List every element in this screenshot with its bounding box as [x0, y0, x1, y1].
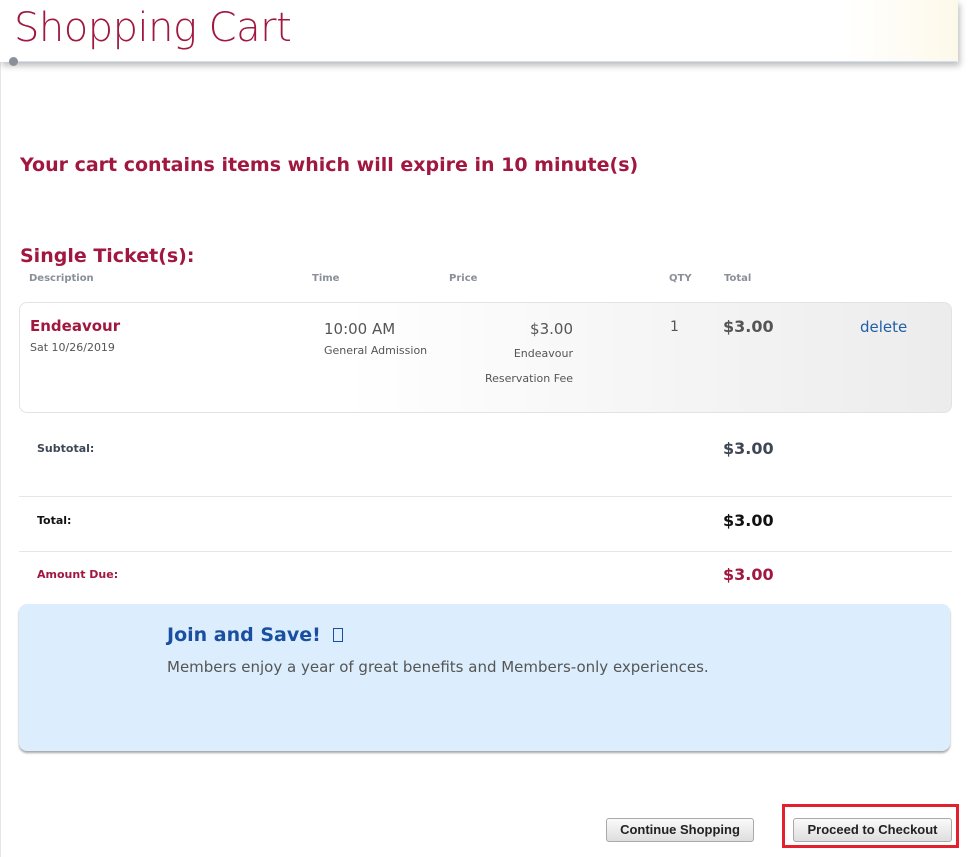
item-date: Sat 10/26/2019 [30, 341, 115, 354]
section-title: Single Ticket(s): [20, 245, 195, 267]
item-fee-label-line1: Endeavour [513, 347, 573, 360]
item-time: 10:00 AM [324, 320, 396, 338]
item-name: Endeavour [30, 317, 121, 335]
delete-item-link[interactable]: delete [860, 318, 907, 336]
left-border [0, 0, 1, 857]
promo-title-text[interactable]: Join and Save! [167, 624, 321, 646]
external-link-icon[interactable] [333, 628, 344, 642]
total-row: Total: $3.00 [19, 497, 952, 552]
promo-title[interactable]: Join and Save! [167, 624, 344, 646]
column-header-price: Price [449, 273, 478, 284]
cart-item-row: Endeavour Sat 10/26/2019 10:00 AM Genera… [19, 302, 952, 413]
amount-due-label: Amount Due: [37, 568, 119, 581]
page-title: Shopping Cart [14, 5, 292, 51]
item-admission-type: General Admission [324, 344, 428, 357]
page-header: Shopping Cart [0, 0, 958, 66]
item-qty: 1 [670, 319, 679, 335]
subtotal-value: $3.00 [723, 439, 774, 458]
item-fee-label-line2: Reservation Fee [484, 372, 573, 385]
total-value: $3.00 [723, 511, 774, 530]
proceed-to-checkout-button[interactable]: Proceed to Checkout [793, 818, 952, 842]
column-header-time: Time [312, 273, 340, 284]
expiration-notice: Your cart contains items which will expi… [20, 154, 639, 176]
membership-promo: Join and Save! Members enjoy a year of g… [19, 604, 950, 751]
subtotal-row: Subtotal: $3.00 [19, 412, 952, 497]
subtotal-label: Subtotal: [37, 442, 95, 455]
item-price: $3.00 [530, 320, 573, 338]
column-header-qty: QTY [669, 273, 692, 284]
continue-shopping-button[interactable]: Continue Shopping [606, 818, 754, 842]
title-underline [12, 61, 957, 62]
title-dot [9, 57, 18, 66]
total-label: Total: [37, 514, 72, 527]
column-header-description: Description [29, 273, 94, 284]
amount-due-value: $3.00 [723, 565, 774, 584]
column-header-total: Total [724, 273, 752, 284]
amount-due-row: Amount Due: $3.00 [19, 552, 952, 598]
promo-description: Members enjoy a year of great benefits a… [167, 658, 709, 676]
item-total: $3.00 [723, 317, 774, 336]
